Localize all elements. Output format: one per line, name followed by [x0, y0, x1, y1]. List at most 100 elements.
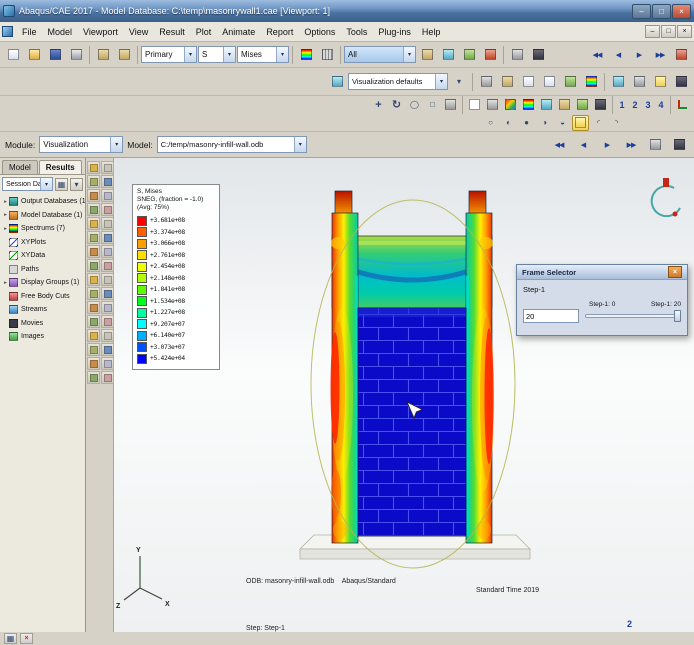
view-cut-button[interactable]: [327, 72, 347, 92]
session-combo[interactable]: Session Da ▾: [2, 177, 53, 191]
tree-options-button[interactable]: ▦: [55, 177, 68, 191]
create-display-group-button[interactable]: [417, 45, 437, 65]
grid-toggle-button[interactable]: [629, 72, 649, 92]
magnify-view-button[interactable]: ◯: [406, 97, 423, 113]
toolbox-tool-button[interactable]: [87, 371, 100, 384]
tree-item-display-groups[interactable]: ▸ Display Groups (1): [2, 276, 85, 290]
toolbox-tool-button[interactable]: [101, 329, 114, 342]
wireframe-render-button[interactable]: ○: [482, 115, 499, 131]
slider-track[interactable]: [585, 314, 681, 318]
sync-viewports-button[interactable]: [476, 72, 496, 92]
tree-item-movies[interactable]: Movies: [2, 317, 85, 331]
tree-item-paths[interactable]: Paths: [2, 263, 85, 277]
compass-toggle-button[interactable]: [608, 72, 628, 92]
active-render-style-button[interactable]: [572, 114, 589, 131]
field-output-dialog-button[interactable]: [592, 97, 609, 113]
viewport-annotations-button[interactable]: [497, 72, 517, 92]
render-style-button[interactable]: [507, 45, 527, 65]
view-3-button[interactable]: 3: [642, 96, 654, 113]
toolbox-tool-button[interactable]: [101, 273, 114, 286]
tree-item-xydata[interactable]: XYData: [2, 249, 85, 263]
module-combo[interactable]: Visualization ▾: [39, 136, 124, 153]
save-model-database-button[interactable]: [45, 45, 65, 65]
toolbox-tool-button[interactable]: [87, 259, 100, 272]
frame-first-button[interactable]: ◀◀: [549, 135, 569, 155]
replace-displayed-button[interactable]: [438, 45, 458, 65]
lights-button[interactable]: [650, 72, 670, 92]
chevron-down-icon[interactable]: ▾: [403, 47, 415, 62]
new-model-database-button[interactable]: [3, 45, 23, 65]
defaults-dropdown-button[interactable]: ▾: [449, 72, 469, 92]
snapshot-button[interactable]: [645, 135, 665, 155]
toolbox-tool-button[interactable]: [87, 245, 100, 258]
viewport[interactable]: ODB: masonry-infill-wall.odb Abaqus/Stan…: [114, 158, 694, 632]
add-displayed-button[interactable]: [459, 45, 479, 65]
sweep-button[interactable]: ◜: [590, 115, 607, 131]
view-1-button[interactable]: 1: [616, 96, 628, 113]
tree-item-streams[interactable]: Streams: [2, 303, 85, 317]
expand-arrow-icon[interactable]: ▸: [2, 280, 9, 286]
tree-filter-button[interactable]: ▾: [70, 177, 83, 191]
toolbox-tool-button[interactable]: [87, 161, 100, 174]
animation-options-button[interactable]: [671, 45, 691, 65]
chevron-down-icon[interactable]: ▾: [110, 137, 123, 152]
view-2-button[interactable]: 2: [629, 96, 641, 113]
toolbox-tool-button[interactable]: [101, 315, 114, 328]
toolbox-tool-button[interactable]: [87, 231, 100, 244]
animate-first-button[interactable]: ◀◀: [587, 45, 607, 65]
view-options-button[interactable]: [528, 45, 548, 65]
toolbox-tool-button[interactable]: [101, 231, 114, 244]
toolbox-tool-button[interactable]: [87, 189, 100, 202]
triad-toggle-button[interactable]: [560, 72, 580, 92]
plot-material-orientation-button[interactable]: [556, 97, 573, 113]
query-information-button[interactable]: [114, 45, 134, 65]
toolbox-tool-button[interactable]: [101, 203, 114, 216]
chevron-down-icon[interactable]: ▾: [184, 47, 196, 62]
toolbox-tool-button[interactable]: [87, 315, 100, 328]
default-views-button[interactable]: [674, 97, 691, 113]
menu-result[interactable]: Result: [154, 25, 190, 39]
animate-next-button[interactable]: ▶: [629, 45, 649, 65]
toolbox-tool-button[interactable]: [87, 329, 100, 342]
tree-item-xyplots[interactable]: XYPlots: [2, 236, 85, 250]
view-compass[interactable]: [650, 178, 681, 218]
chevron-down-icon[interactable]: ▾: [40, 178, 52, 190]
create-datum-button[interactable]: [93, 45, 113, 65]
fit-view-button[interactable]: [442, 97, 459, 113]
prompt-area-button[interactable]: ▦: [4, 633, 17, 644]
probe-values-button[interactable]: [317, 45, 337, 65]
viz-defaults-combo[interactable]: Visualization defaults ▾: [348, 73, 448, 90]
menu-help[interactable]: Help: [417, 25, 446, 39]
spectrum-options-button[interactable]: [296, 45, 316, 65]
mdi-minimize-button[interactable]: –: [645, 25, 660, 38]
animate-last-button[interactable]: ▶▶: [650, 45, 670, 65]
view-4-button[interactable]: 4: [655, 96, 667, 113]
frame-number-input[interactable]: [523, 309, 579, 323]
toolbox-tool-button[interactable]: [87, 203, 100, 216]
tree-item-free-body-cuts[interactable]: Free Body Cuts: [2, 290, 85, 304]
toolbox-tool-button[interactable]: [101, 217, 114, 230]
menu-model[interactable]: Model: [43, 25, 78, 39]
menu-file[interactable]: File: [17, 25, 42, 39]
toolbox-tool-button[interactable]: [101, 189, 114, 202]
chevron-down-icon[interactable]: ▾: [276, 47, 288, 62]
menu-animate[interactable]: Animate: [217, 25, 260, 39]
menu-view[interactable]: View: [124, 25, 153, 39]
rotate-view-button[interactable]: ↻: [388, 97, 405, 113]
chevron-down-icon[interactable]: ▾: [435, 74, 447, 89]
field-output-combo[interactable]: S ▾: [198, 46, 236, 63]
minimize-button[interactable]: –: [632, 3, 651, 19]
remove-displayed-button[interactable]: [480, 45, 500, 65]
frame-last-button[interactable]: ▶▶: [621, 135, 641, 155]
tree-item-output-databases[interactable]: ▸ Output Databases (1): [2, 195, 85, 209]
maximize-button[interactable]: □: [652, 3, 671, 19]
menu-tools[interactable]: Tools: [341, 25, 372, 39]
toolbox-tool-button[interactable]: [87, 301, 100, 314]
title-block-button[interactable]: [518, 72, 538, 92]
mdi-close-button[interactable]: ×: [677, 25, 692, 38]
extrude-button[interactable]: ◝: [608, 115, 625, 131]
model-combo[interactable]: C:/temp/masonry-infill-wall.odb ▾: [156, 136, 307, 153]
menu-plot[interactable]: Plot: [191, 25, 217, 39]
plot-deformed-button[interactable]: [484, 97, 501, 113]
toolbox-tool-button[interactable]: [101, 245, 114, 258]
